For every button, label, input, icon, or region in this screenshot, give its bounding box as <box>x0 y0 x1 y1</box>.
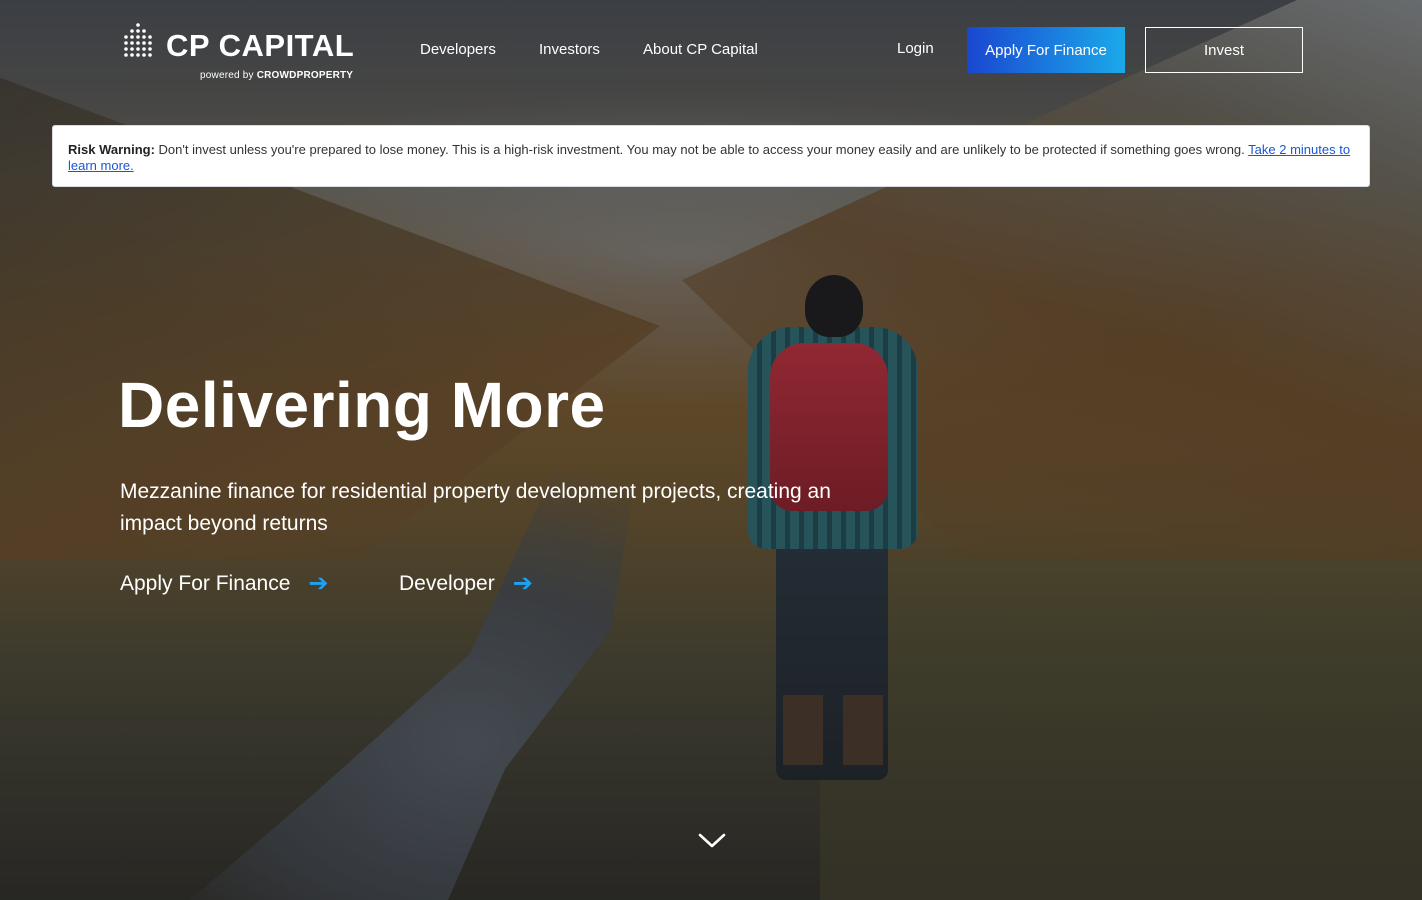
cta-developer[interactable]: Developer ➔ <box>399 569 533 598</box>
logo-dot-grid-icon <box>124 23 152 57</box>
cta-developer-label: Developer <box>399 571 495 595</box>
login-link[interactable]: Login <box>897 40 934 57</box>
powered-by-name: CROWDPROPERTY <box>256 70 354 81</box>
risk-warning-label: Risk Warning: <box>68 142 155 157</box>
nav-link-investors[interactable]: Investors <box>539 41 600 58</box>
hero-headline: Delivering More <box>118 369 606 441</box>
brand-name: CP CAPITAL <box>166 28 355 63</box>
chevron-down-icon[interactable] <box>697 828 727 852</box>
cta-apply-label: Apply For Finance <box>120 571 291 595</box>
nav-link-about[interactable]: About CP Capital <box>643 41 758 58</box>
cp-capital-logo[interactable]: CP CAPITAL powered by CROWDPROPERTY <box>122 20 372 90</box>
risk-warning-text: Don't invest unless you're prepared to l… <box>154 142 1249 157</box>
nav-link-developers[interactable]: Developers <box>420 41 496 58</box>
invest-button[interactable]: Invest <box>1145 27 1303 73</box>
hero-subheadline: Mezzanine finance for residential proper… <box>120 480 831 535</box>
cta-apply-for-finance[interactable]: Apply For Finance ➔ <box>120 569 329 598</box>
apply-for-finance-button[interactable]: Apply For Finance <box>967 27 1125 73</box>
brand-powered-by: powered by CROWDPROPERTY <box>200 70 353 81</box>
top-navigation: CP CAPITAL powered by CROWDPROPERTY Deve… <box>0 0 1422 110</box>
arrow-right-icon: ➔ <box>512 570 533 597</box>
risk-warning-banner: Risk Warning: Don't invest unless you're… <box>52 125 1370 187</box>
arrow-right-icon: ➔ <box>308 570 329 597</box>
powered-by-prefix: powered by <box>200 70 254 81</box>
